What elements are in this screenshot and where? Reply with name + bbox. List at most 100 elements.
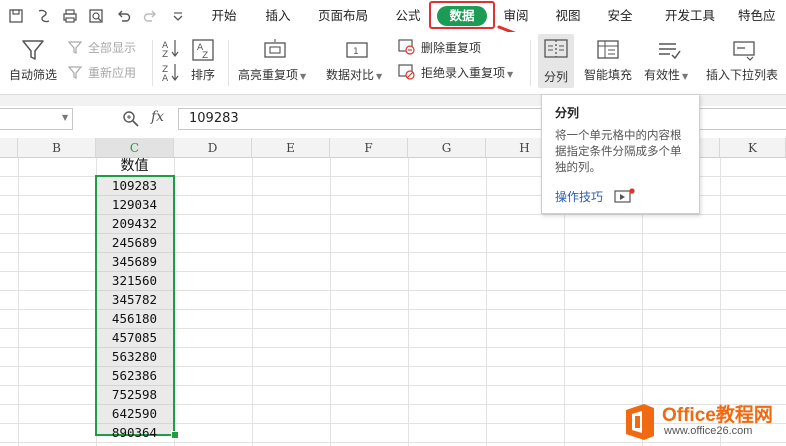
name-box[interactable]: ▼ (0, 108, 73, 130)
show-all-button[interactable]: 全部显示 (68, 38, 144, 56)
data-compare-icon: 1 (346, 42, 368, 58)
column-header-k[interactable]: K (720, 138, 786, 158)
zoom-preview-icon[interactable] (88, 8, 104, 24)
remove-duplicates-button[interactable]: 删除重复项 (398, 38, 508, 56)
funnel-small-icon (68, 41, 82, 54)
tab-view[interactable]: 视图 (548, 0, 588, 32)
show-all-label: 全部显示 (88, 41, 137, 55)
tab-page-layout[interactable]: 页面布局 (311, 0, 375, 32)
highlight-duplicates-label: 高亮重复项 ▼ (238, 68, 307, 82)
watermark-brand: Office教程网 (662, 405, 773, 426)
split-columns-button[interactable]: 分列 (538, 34, 574, 88)
smart-fill-button[interactable]: 智能填充 (580, 36, 636, 86)
tooltip-tips-link[interactable]: 操作技巧 (555, 188, 603, 205)
highlight-duplicates-icon (264, 39, 286, 58)
zoom-icon[interactable] (122, 110, 140, 128)
tab-data[interactable]: 数据 (437, 6, 487, 26)
validity-icon (659, 43, 681, 60)
grid-line (252, 158, 253, 446)
fx-label[interactable]: fx (151, 109, 164, 125)
validity-button[interactable]: 有效性 ▼ (644, 36, 696, 86)
table-cell[interactable]: 890364 (96, 423, 173, 442)
watermark-url: www.office26.com (664, 425, 753, 437)
smart-fill-icon (597, 40, 619, 59)
dropdown-list-icon (733, 41, 755, 61)
grid-line (18, 158, 19, 446)
column-header-f[interactable]: F (330, 138, 408, 158)
table-cell[interactable]: 209432 (96, 214, 173, 233)
grid-line (408, 158, 409, 446)
sort-descending-icon[interactable]: ZA (160, 62, 180, 84)
table-cell[interactable]: 109283 (96, 176, 173, 195)
funnel-refresh-icon (68, 66, 82, 79)
sort-az-icon: AZ (192, 39, 214, 61)
validity-label: 有效性 ▼ (644, 68, 689, 82)
ribbon-separator (530, 40, 531, 86)
data-compare-label: 数据对比 ▼ (326, 68, 383, 82)
customize-dropdown-icon[interactable] (170, 8, 186, 24)
office-logo-icon (626, 404, 654, 440)
table-cell[interactable]: 562386 (96, 366, 173, 385)
table-cell[interactable]: 345782 (96, 290, 173, 309)
table-cell[interactable]: 245689 (96, 233, 173, 252)
insert-dropdown-list-button[interactable]: 插入下拉列表 (704, 36, 786, 86)
auto-filter-button[interactable]: 自动筛选 (6, 38, 60, 86)
sort-button[interactable]: AZ 排序 (186, 36, 220, 86)
table-cell[interactable]: 642590 (96, 404, 173, 423)
svg-text:Z: Z (202, 51, 208, 61)
tab-home[interactable]: 开始 (203, 0, 245, 32)
tooltip-body: 将一个单元格中的内容根据指定条件分隔成多个单独的列。 (555, 128, 682, 174)
auto-filter-label: 自动筛选 (8, 68, 57, 82)
highlight-duplicates-button[interactable]: 高亮重复项 ▼ (238, 36, 316, 86)
reapply-button[interactable]: 重新应用 (68, 63, 144, 81)
split-columns-label: 分列 (543, 70, 568, 84)
print-icon[interactable] (62, 8, 78, 24)
video-icon[interactable] (614, 188, 636, 204)
remove-duplicates-icon (398, 39, 415, 55)
sort-label: 排序 (190, 68, 215, 82)
table-cell[interactable]: 752598 (96, 385, 173, 404)
column-header-e[interactable]: E (252, 138, 330, 158)
table-cell[interactable]: 129034 (96, 195, 173, 214)
column-header-a-partial[interactable] (0, 138, 18, 158)
ribbon-separator (152, 40, 153, 86)
table-cell[interactable]: 345689 (96, 252, 173, 271)
tab-security[interactable]: 安全 (600, 0, 640, 32)
table-cell[interactable]: 321560 (96, 271, 173, 290)
reject-duplicates-icon (398, 64, 415, 80)
ribbon-separator (228, 40, 229, 86)
table-cell[interactable]: 457085 (96, 328, 173, 347)
funnel-icon (22, 40, 44, 60)
reject-duplicates-label: 拒绝录入重复项 ▼ (421, 66, 514, 80)
tooltip-title: 分列 (555, 106, 580, 120)
smart-fill-label: 智能填充 (583, 68, 632, 82)
reapply-label: 重新应用 (88, 66, 137, 80)
sort-ascending-icon[interactable]: AZ (160, 38, 180, 60)
svg-text:A: A (162, 74, 169, 82)
data-compare-button[interactable]: 1 数据对比 ▼ (326, 36, 390, 86)
tab-developer[interactable]: 开发工具 (658, 0, 722, 32)
undo-icon[interactable] (116, 8, 132, 24)
grid-line (330, 158, 331, 446)
svg-text:Z: Z (162, 50, 168, 58)
redo-icon[interactable] (142, 8, 158, 24)
save-icon[interactable] (8, 8, 24, 24)
table-cell[interactable]: 456180 (96, 309, 173, 328)
header-cell[interactable]: 数值 (96, 157, 173, 176)
print-preview-icon[interactable] (36, 8, 52, 24)
tab-insert[interactable]: 插入 (257, 0, 299, 32)
column-header-b[interactable]: B (18, 138, 96, 158)
remove-duplicates-label: 删除重复项 (421, 41, 482, 55)
tab-special[interactable]: 特色应 (738, 0, 786, 32)
svg-text:1: 1 (353, 47, 359, 57)
column-header-c[interactable]: C (96, 138, 174, 158)
column-header-d[interactable]: D (174, 138, 252, 158)
table-cell[interactable]: 563280 (96, 347, 173, 366)
split-columns-icon (544, 39, 568, 58)
column-header-g[interactable]: G (408, 138, 486, 158)
watermark: Office教程网 www.office26.com (620, 398, 786, 446)
tab-formula[interactable]: 公式 (388, 0, 428, 32)
name-box-dropdown-icon[interactable]: ▼ (62, 113, 68, 122)
split-tooltip: 分列 将一个单元格中的内容根据指定条件分隔成多个单独的列。 操作技巧 (541, 94, 700, 214)
reject-duplicates-button[interactable]: 拒绝录入重复项 ▼ (398, 63, 528, 81)
